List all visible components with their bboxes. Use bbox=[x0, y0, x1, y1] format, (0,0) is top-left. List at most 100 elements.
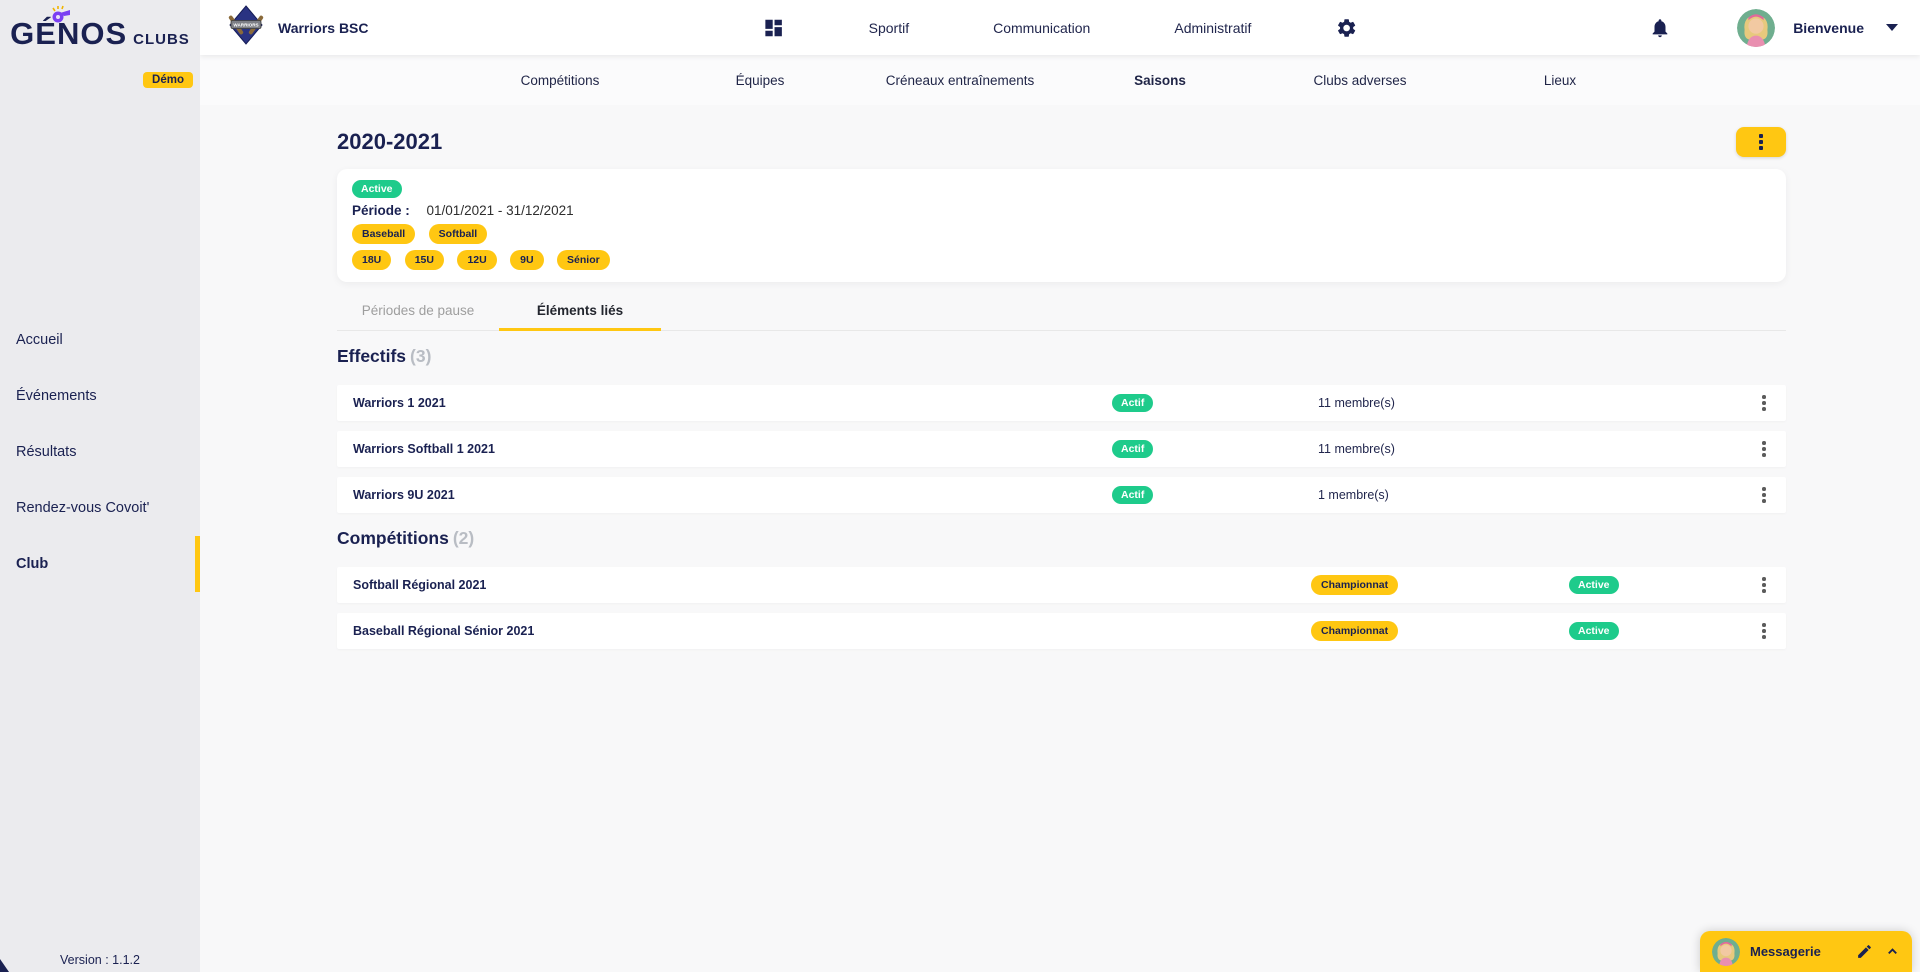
kebab-icon bbox=[1762, 623, 1766, 639]
effectif-row[interactable]: Warriors 1 2021 Actif 11 membre(s) bbox=[337, 385, 1786, 421]
bell-icon[interactable] bbox=[1649, 17, 1671, 39]
period-label: Période : bbox=[352, 203, 410, 218]
topbar-center-nav: Sportif Communication Administratif bbox=[763, 17, 1358, 39]
kebab-icon bbox=[1762, 441, 1766, 457]
subnav: Compétitions Équipes Créneaux entraîneme… bbox=[200, 55, 1920, 105]
topbar: WARRIORS Warriors BSC Sportif Communicat… bbox=[200, 0, 1920, 55]
tab-saisons[interactable]: Saisons bbox=[1060, 73, 1260, 88]
tab-competitions[interactable]: Compétitions bbox=[460, 73, 660, 88]
sidebar-item-label: Club bbox=[16, 556, 48, 572]
topbar-link-administratif[interactable]: Administratif bbox=[1174, 20, 1251, 36]
kebab-icon bbox=[1762, 395, 1766, 411]
effectif-name: Warriors 9U 2021 bbox=[337, 488, 1112, 502]
detail-tabs: Périodes de pause Éléments liés bbox=[337, 291, 1786, 331]
avatar[interactable] bbox=[1737, 9, 1775, 47]
sidebar-item-label: Événements bbox=[16, 388, 97, 404]
sidebar-item-label: Accueil bbox=[16, 332, 63, 348]
category-badge: Sénior bbox=[557, 250, 610, 270]
page-title: 2020-2021 bbox=[337, 129, 442, 155]
sidebar-item-accueil[interactable]: Accueil bbox=[0, 312, 200, 368]
category-badge: 15U bbox=[405, 250, 444, 270]
topbar-right: Bienvenue bbox=[1649, 9, 1898, 47]
section-title-competitions: Compétitions(2) bbox=[337, 528, 1786, 549]
messaging-dock[interactable]: Messagerie bbox=[1700, 931, 1912, 972]
main-content: 2020-2021 Active Période : 01/01/2021 - … bbox=[200, 127, 1920, 649]
status-badge: Active bbox=[1569, 622, 1619, 640]
tab-lieux[interactable]: Lieux bbox=[1460, 73, 1660, 88]
avatar bbox=[1712, 938, 1740, 966]
competition-row[interactable]: Softball Régional 2021 Championnat Activ… bbox=[337, 567, 1786, 603]
sidebar-item-label: Rendez-vous Covoit' bbox=[16, 500, 149, 516]
section-title-effectifs: Effectifs(3) bbox=[337, 346, 1786, 367]
gear-icon[interactable] bbox=[1335, 17, 1357, 39]
sidebar-nav: Accueil Événements Résultats Rendez-vous… bbox=[0, 312, 200, 592]
effectif-name: Warriors 1 2021 bbox=[337, 396, 1112, 410]
corner-decoration bbox=[0, 959, 9, 972]
section-count: (3) bbox=[410, 346, 431, 366]
topbar-link-sportif[interactable]: Sportif bbox=[869, 20, 909, 36]
tab-clubs-adverses[interactable]: Clubs adverses bbox=[1260, 73, 1460, 88]
svg-text:WARRIORS: WARRIORS bbox=[233, 23, 258, 28]
tab-periodes-de-pause[interactable]: Périodes de pause bbox=[337, 291, 499, 331]
section-competitions: Compétitions(2) Softball Régional 2021 C… bbox=[337, 528, 1786, 649]
logo-text-secondary: CLUBS bbox=[133, 31, 190, 48]
effectif-name: Warriors Softball 1 2021 bbox=[337, 442, 1112, 456]
kebab-icon bbox=[1759, 134, 1763, 150]
whistle-icon bbox=[50, 4, 72, 29]
row-actions-button[interactable] bbox=[1758, 437, 1770, 461]
sidebar-item-club[interactable]: Club bbox=[0, 536, 200, 592]
competition-type-badge: Championnat bbox=[1311, 575, 1398, 595]
sport-badge: Baseball bbox=[352, 224, 415, 244]
chevron-up-icon[interactable] bbox=[1885, 944, 1900, 959]
club-brand[interactable]: WARRIORS Warriors BSC bbox=[200, 5, 369, 50]
section-effectifs: Effectifs(3) Warriors 1 2021 Actif 11 me… bbox=[337, 346, 1786, 513]
club-name: Warriors BSC bbox=[278, 20, 369, 36]
row-actions-button[interactable] bbox=[1758, 619, 1770, 643]
sidebar-item-resultats[interactable]: Résultats bbox=[0, 424, 200, 480]
status-badge: Actif bbox=[1112, 486, 1153, 504]
category-badge: 12U bbox=[457, 250, 496, 270]
status-badge: Actif bbox=[1112, 440, 1153, 458]
kebab-icon bbox=[1762, 577, 1766, 593]
topbar-link-communication[interactable]: Communication bbox=[993, 20, 1090, 36]
pencil-icon[interactable] bbox=[1856, 943, 1873, 960]
competition-name: Softball Régional 2021 bbox=[337, 578, 1311, 592]
app-version: Version : 1.1.2 bbox=[0, 953, 200, 967]
sidebar-item-evenements[interactable]: Événements bbox=[0, 368, 200, 424]
category-badge: 9U bbox=[510, 250, 543, 270]
effectif-row[interactable]: Warriors Softball 1 2021 Actif 11 membre… bbox=[337, 431, 1786, 467]
row-actions-button[interactable] bbox=[1758, 483, 1770, 507]
kebab-icon bbox=[1762, 487, 1766, 503]
app-logo: GÉNOS CLUBS Démo bbox=[0, 16, 200, 52]
member-count: 1 membre(s) bbox=[1318, 488, 1742, 502]
demo-badge: Démo bbox=[143, 72, 193, 88]
welcome-label: Bienvenue bbox=[1793, 20, 1864, 36]
tab-elements-lies[interactable]: Éléments liés bbox=[499, 291, 661, 331]
sidebar: GÉNOS CLUBS Démo Accueil Événements Résu… bbox=[0, 0, 200, 972]
season-info-card: Active Période : 01/01/2021 - 31/12/2021… bbox=[337, 169, 1786, 282]
status-badge: Actif bbox=[1112, 394, 1153, 412]
competition-row[interactable]: Baseball Régional Sénior 2021 Championna… bbox=[337, 613, 1786, 649]
tab-creneaux-entrainements[interactable]: Créneaux entraînements bbox=[860, 73, 1060, 88]
row-actions-button[interactable] bbox=[1758, 391, 1770, 415]
sport-badge: Softball bbox=[429, 224, 488, 244]
competition-name: Baseball Régional Sénior 2021 bbox=[337, 624, 1311, 638]
tab-equipes[interactable]: Équipes bbox=[660, 73, 860, 88]
messaging-label: Messagerie bbox=[1750, 944, 1821, 959]
club-logo: WARRIORS bbox=[228, 5, 264, 50]
status-badge: Active bbox=[1569, 576, 1619, 594]
sidebar-item-rendez-vous-covoit[interactable]: Rendez-vous Covoit' bbox=[0, 480, 200, 536]
chevron-down-icon[interactable] bbox=[1886, 24, 1898, 31]
category-badge: 18U bbox=[352, 250, 391, 270]
member-count: 11 membre(s) bbox=[1318, 442, 1742, 456]
dashboard-grid-icon[interactable] bbox=[763, 17, 785, 39]
sidebar-item-label: Résultats bbox=[16, 444, 76, 460]
season-status-badge: Active bbox=[352, 180, 402, 198]
section-count: (2) bbox=[453, 528, 474, 548]
competition-type-badge: Championnat bbox=[1311, 621, 1398, 641]
row-actions-button[interactable] bbox=[1758, 573, 1770, 597]
period-value: 01/01/2021 - 31/12/2021 bbox=[427, 203, 574, 218]
effectif-row[interactable]: Warriors 9U 2021 Actif 1 membre(s) bbox=[337, 477, 1786, 513]
member-count: 11 membre(s) bbox=[1318, 396, 1742, 410]
season-actions-button[interactable] bbox=[1736, 127, 1786, 157]
